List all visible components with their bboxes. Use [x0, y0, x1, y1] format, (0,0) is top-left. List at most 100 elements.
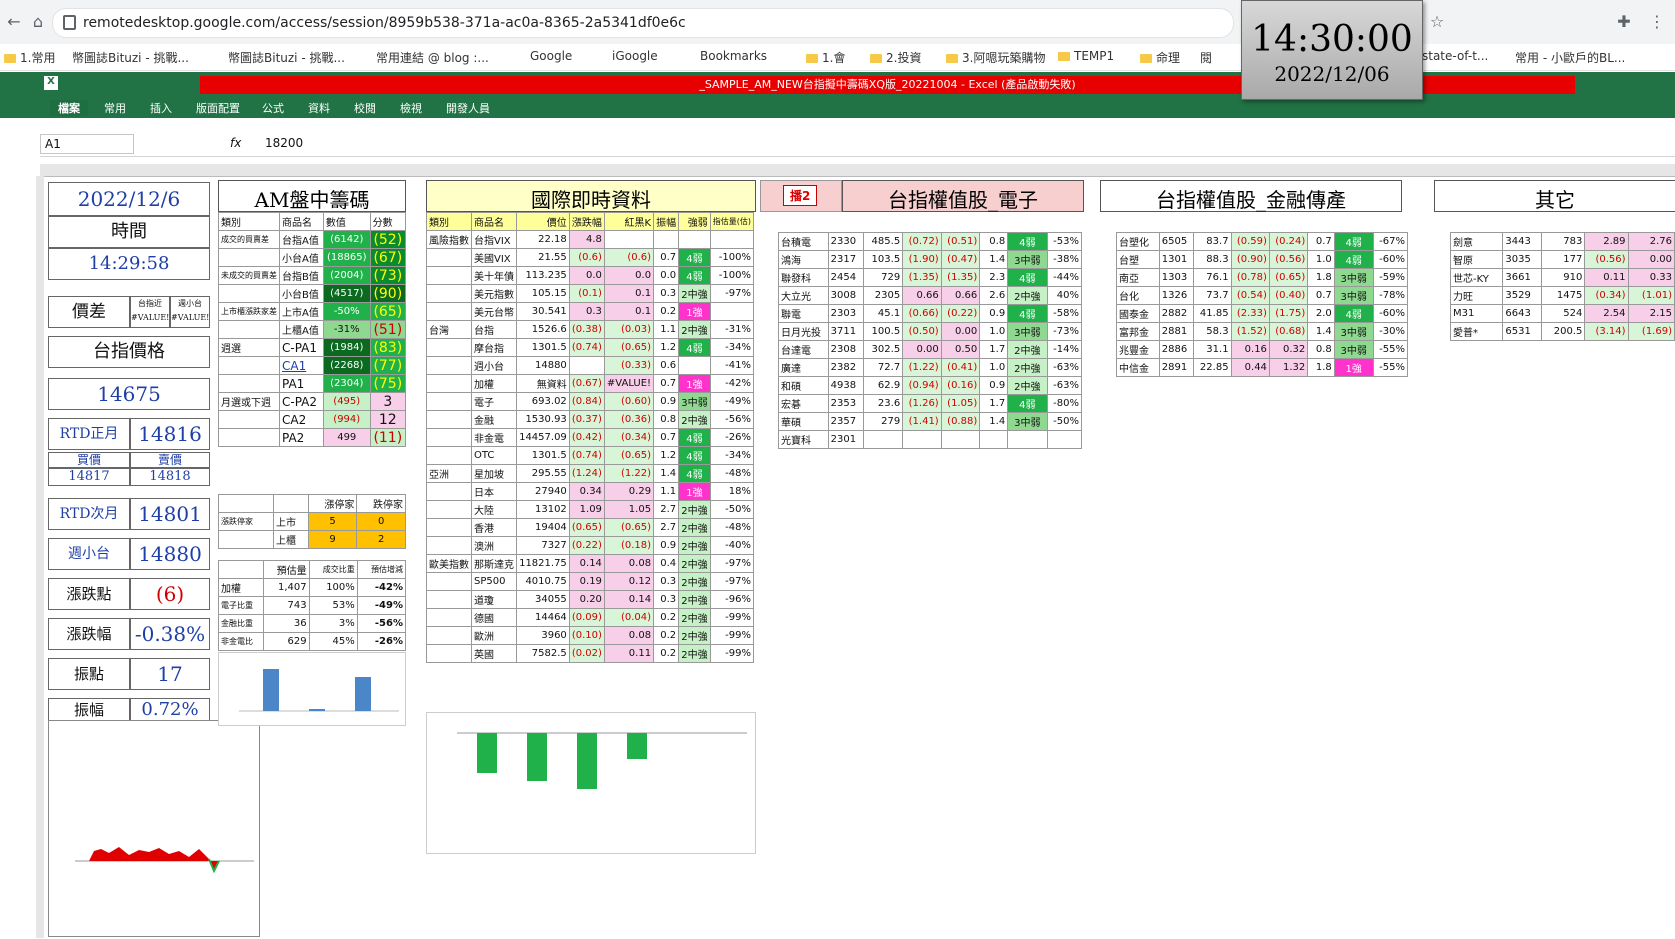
bookmark-item[interactable]: 幣圖誌Bituzi - 挑戰... — [72, 49, 189, 66]
bookmark-item[interactable]: 3.阿嗯玩築購物 — [946, 49, 1045, 66]
table-cell: (1.22) — [603, 464, 655, 483]
browser-toolbar: ← ⌂ remotedesktop.google.com/access/sess… — [0, 0, 1675, 45]
table-cell: (0.67) — [568, 374, 605, 393]
table-cell: 4010.75 — [516, 572, 570, 591]
intl-header: 價位 — [516, 212, 570, 231]
table-cell: 0.2 — [653, 302, 680, 321]
table-cell — [568, 356, 605, 375]
tab-developer[interactable]: 開發人員 — [446, 100, 490, 116]
tab-insert[interactable]: 插入 — [150, 100, 172, 116]
spread-label: 價差 — [48, 296, 130, 328]
table-cell: 1.8 — [1307, 268, 1335, 287]
table-cell: 2中強 — [678, 554, 711, 573]
table-cell: -34% — [709, 446, 755, 465]
tab-data[interactable]: 資料 — [308, 100, 330, 116]
table-cell: 177 — [1541, 250, 1586, 269]
bookmark-item[interactable]: 常用 - 小歐戶的BL... — [1515, 49, 1625, 66]
bookmark-item[interactable]: 命理 — [1140, 49, 1180, 66]
table-cell: 2308 — [827, 340, 865, 359]
bookmark-item[interactable]: 常用連結 @ blog :... — [376, 49, 489, 66]
function-icon[interactable]: fx — [230, 136, 241, 150]
table-cell: -59% — [1372, 268, 1409, 287]
table-cell: 0.14 — [568, 554, 605, 573]
bookmark-item[interactable]: iGoogle — [612, 49, 658, 63]
star-icon[interactable]: ☆ — [1425, 10, 1449, 34]
extensions-icon[interactable]: ✚ — [1612, 10, 1636, 34]
table-cell: 力旺 — [1449, 286, 1504, 305]
tab-review[interactable]: 校閱 — [354, 100, 376, 116]
table-cell: 1.7 — [979, 340, 1009, 359]
tab-view[interactable]: 檢視 — [400, 100, 422, 116]
table-row: 澳洲 7327 (0.22) (0.18) 0.9 2中強 -40% — [426, 536, 755, 555]
name-box[interactable]: A1 — [40, 134, 134, 154]
table-cell: -34% — [709, 338, 755, 357]
table-cell — [709, 302, 755, 321]
am-value: -50% — [322, 302, 371, 321]
table-cell: (2.33) — [1230, 304, 1270, 323]
table-cell: 4弱 — [678, 248, 711, 267]
am-cat — [218, 248, 280, 267]
clock-widget: 14:30:00 2022/12/06 — [1241, 0, 1423, 100]
tab-file[interactable]: 檔案 — [50, 100, 88, 116]
table-cell: -55% — [1372, 340, 1409, 359]
table-cell: 1.2 — [653, 446, 680, 465]
tab-layout[interactable]: 版面配置 — [196, 100, 240, 116]
am-item: CA2 — [279, 410, 324, 429]
chg-pts-label: 漲跌點 — [48, 578, 130, 610]
breadth-market: 上市 — [273, 512, 309, 531]
table-cell: 11821.75 — [516, 554, 570, 573]
table-cell: 0.7 — [1307, 232, 1335, 251]
weekly-label: 週小台 — [48, 538, 130, 570]
table-cell: -53% — [1046, 232, 1083, 251]
address-bar[interactable]: remotedesktop.google.com/access/session/… — [52, 8, 1234, 38]
table-cell: (0.90) — [1230, 250, 1270, 269]
table-row: 美元台幣 30.541 0.3 0.1 0.2 1強 — [426, 302, 755, 321]
table-cell: 41.85 — [1192, 304, 1232, 323]
breadth-label: 漲跌停家 — [218, 512, 274, 531]
table-cell: 2.89 — [1584, 232, 1629, 251]
vol-change: -56% — [356, 614, 407, 633]
table-cell: 金融 — [470, 410, 518, 429]
table-cell: (0.24) — [1268, 232, 1309, 251]
intl-vol-bar-2 — [577, 733, 597, 789]
table-cell: 4938 — [827, 376, 865, 395]
table-row: 劍意 3443 783 2.89 2.76 — [1449, 232, 1675, 251]
bookmark-item[interactable]: 幣圖誌Bituzi - 挑戰... — [228, 49, 345, 66]
bookmark-item[interactable]: Bookmarks — [700, 49, 767, 63]
table-cell: 加權 — [470, 374, 518, 393]
table-cell: (1.35) — [940, 268, 981, 287]
vol-header: 成交比重 — [308, 560, 358, 579]
bookmark-item[interactable]: 1.常用 — [4, 49, 55, 66]
table-row: 廣達 2382 72.7 (1.22) (0.41) 1.0 2中強 -63% — [778, 358, 1083, 377]
bookmark-item[interactable]: Google — [530, 49, 572, 63]
bookmark-item[interactable]: 1.會 — [806, 49, 845, 66]
table-row: 風險指數 台指VIX 22.18 4.8 — [426, 230, 755, 249]
tab-home[interactable]: 常用 — [104, 100, 126, 116]
menu-icon[interactable]: ⋮ — [1645, 10, 1669, 34]
table-cell: 6531 — [1502, 322, 1543, 341]
rtd-main-label: RTD正月 — [48, 418, 130, 450]
table-cell: 台塑化 — [1116, 232, 1160, 251]
elec-table: 台積電 2330 485.5 (0.72) (0.51) 0.8 4弱 -53% 鴻海 2317 1… — [778, 232, 1083, 449]
table-cell: 27940 — [516, 482, 570, 501]
broadcast-2-button[interactable]: 播2 — [783, 185, 818, 206]
bookmark-item[interactable]: 2.投資 — [870, 49, 921, 66]
tab-formulas[interactable]: 公式 — [262, 100, 284, 116]
table-cell: 世芯-KY — [1449, 268, 1504, 287]
table-cell: 0.7 — [653, 374, 680, 393]
bookmark-item[interactable]: state-of-t... — [1422, 49, 1488, 63]
table-cell: 0.44 — [1230, 358, 1270, 377]
bookmark-item[interactable]: TEMP1 — [1058, 49, 1114, 63]
table-cell: 1.0 — [979, 322, 1009, 341]
table-cell: (0.6) — [568, 248, 605, 267]
back-icon[interactable]: ← — [2, 10, 26, 34]
bookmark-item[interactable]: 閱 — [1200, 49, 1212, 66]
table-cell: 0.2 — [653, 626, 680, 645]
formula-input[interactable]: 18200 — [265, 136, 303, 150]
am-value: (994) — [322, 410, 371, 429]
table-cell: 2303 — [827, 304, 865, 323]
table-cell: 德國 — [470, 608, 518, 627]
home-icon[interactable]: ⌂ — [26, 10, 50, 34]
table-cell: (0.22) — [940, 304, 981, 323]
clock-time: 14:30:00 — [1251, 19, 1413, 60]
